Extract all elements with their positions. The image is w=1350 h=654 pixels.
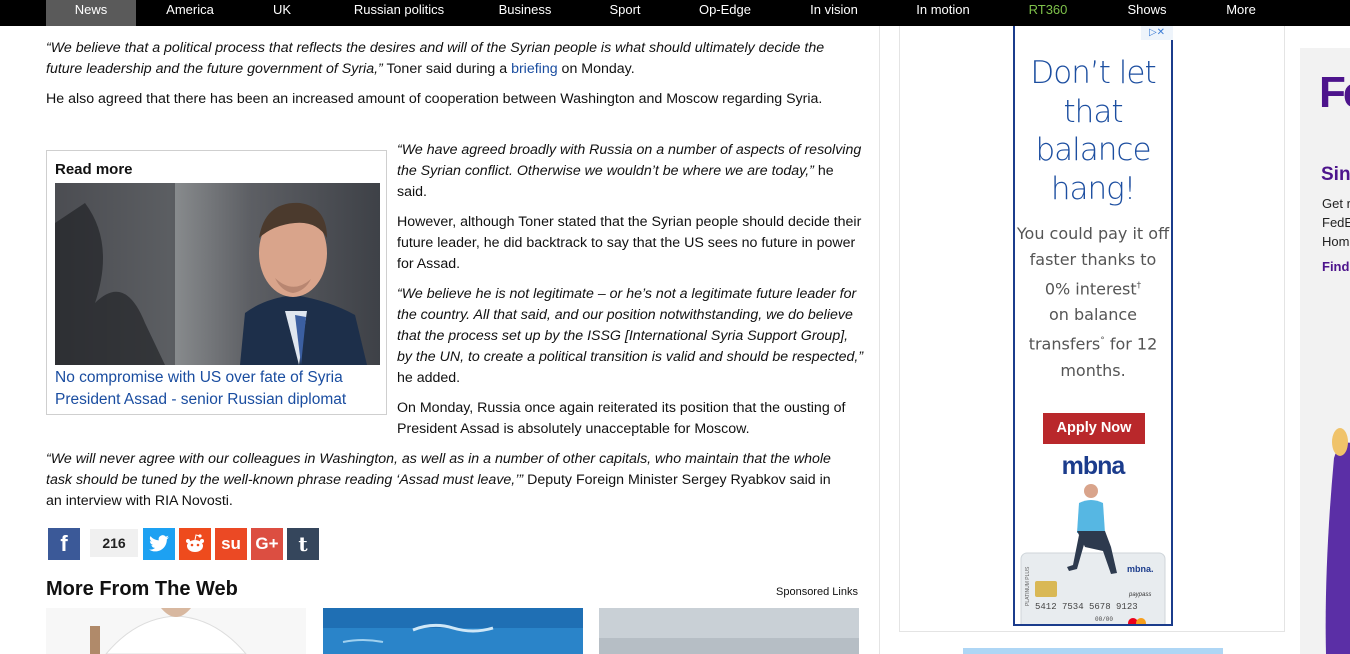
read-more-image[interactable] (55, 183, 380, 365)
nav-item-sport[interactable]: Sport (580, 0, 670, 26)
ad-footnote-mark: ° (1100, 336, 1105, 347)
bottom-ad-banner[interactable] (963, 648, 1223, 654)
ad-body: You could pay it off faster thanks to 0%… (1015, 221, 1171, 384)
paragraph-quote-toner: “We believe that a political process tha… (46, 38, 856, 80)
fedex-ad-line: Get r (1322, 196, 1350, 211)
card-paypass: paypass (1128, 592, 1151, 598)
briefing-link[interactable]: briefing (511, 61, 558, 77)
nav-item-rt360[interactable]: RT360 (1003, 0, 1093, 26)
sponsored-thumb-3[interactable] (599, 608, 859, 654)
quote-text: “We have agreed broadly with Russia on a… (397, 142, 862, 179)
paragraph-cooperation: He also agreed that there has been an in… (46, 91, 823, 107)
card-number: 5412 7534 5678 9123 (1035, 602, 1138, 612)
fedex-ad-heading: Sin (1321, 164, 1350, 185)
paragraph-quote-legitimate: “We believe he is not legitimate – or he… (397, 284, 867, 389)
read-more-title: Read more (55, 161, 133, 178)
card-expiry: 00/00 (1095, 616, 1113, 623)
nav-item-uk[interactable]: UK (237, 0, 327, 26)
main-nav: News America UK Russian politics Busines… (0, 0, 1350, 26)
facebook-icon[interactable]: f (48, 528, 80, 560)
paragraph-backtrack: However, although Toner stated that the … (397, 214, 862, 272)
more-from-web-title: More From The Web (46, 578, 238, 600)
paragraph-quote-ryabkov: “We will never agree with our colleagues… (46, 449, 846, 512)
ad-body-text: You could pay it off faster thanks to 0%… (1016, 224, 1170, 299)
twitter-icon[interactable] (143, 528, 175, 560)
quote-text: “We believe he is not legitimate – or he… (397, 286, 864, 365)
column-divider (879, 26, 880, 654)
sponsored-links-label[interactable]: Sponsored Links (776, 586, 858, 598)
apply-now-button[interactable]: Apply Now (1043, 413, 1145, 444)
ad-illustration: mbna. paypass 5412 7534 5678 9123 00/00 … (1020, 484, 1166, 624)
mbna-logo: mbna (1061, 452, 1126, 480)
stumbleupon-icon[interactable]: su (215, 528, 247, 560)
fedex-ad-figure (1325, 428, 1350, 654)
share-count: 216 (90, 529, 138, 557)
ad-headline: Don’t let that balance hang! (1030, 55, 1156, 207)
paragraph-text: on Monday. (557, 61, 635, 77)
read-more-link[interactable]: No compromise with US over fate of Syria… (55, 367, 380, 411)
nav-item-op-edge[interactable]: Op-Edge (680, 0, 770, 26)
nav-item-russian-politics[interactable]: Russian politics (334, 0, 464, 26)
sponsored-thumb-2[interactable] (323, 608, 583, 654)
nav-item-news[interactable]: News (46, 0, 136, 26)
paragraph-russia-position: On Monday, Russia once again reiterated … (397, 400, 846, 437)
read-more-box[interactable]: Read more No compromise with US over fat… (46, 150, 387, 415)
card-brand: mbna. (1127, 564, 1154, 574)
nav-item-shows[interactable]: Shows (1102, 0, 1192, 26)
nav-item-in-motion[interactable]: In motion (898, 0, 988, 26)
nav-item-more[interactable]: More (1196, 0, 1286, 26)
fedex-ad[interactable]: Fe Sin Get r FedE Hom Find (1300, 48, 1350, 654)
ad-footnote-mark: † (1136, 281, 1142, 291)
fedex-ad-line: Hom (1322, 234, 1350, 249)
nav-item-america[interactable]: America (145, 0, 235, 26)
paragraph-text: Toner said during a (382, 61, 512, 77)
sponsored-thumb-1[interactable] (46, 608, 306, 654)
nav-item-business[interactable]: Business (480, 0, 570, 26)
fedex-logo: Fe (1319, 68, 1350, 117)
fedex-ad-line: FedE (1322, 215, 1350, 230)
paragraph-text: he added. (397, 370, 461, 386)
paragraph-quote-agreed: “We have agreed broadly with Russia on a… (397, 140, 867, 203)
mbna-ad[interactable]: Don’t let that balance hang! You could p… (1013, 26, 1173, 626)
nav-item-in-vision[interactable]: In vision (789, 0, 879, 26)
card-label: PLATINUM PLUS (1025, 566, 1031, 606)
googleplus-icon[interactable]: G+ (251, 528, 283, 560)
adchoices-icon[interactable]: ▷✕ (1141, 26, 1173, 40)
fedex-ad-text: Get r FedE Hom (1322, 194, 1350, 251)
reddit-icon[interactable] (179, 528, 211, 560)
tumblr-icon[interactable]: t (287, 528, 319, 560)
fedex-ad-link[interactable]: Find (1322, 259, 1349, 274)
